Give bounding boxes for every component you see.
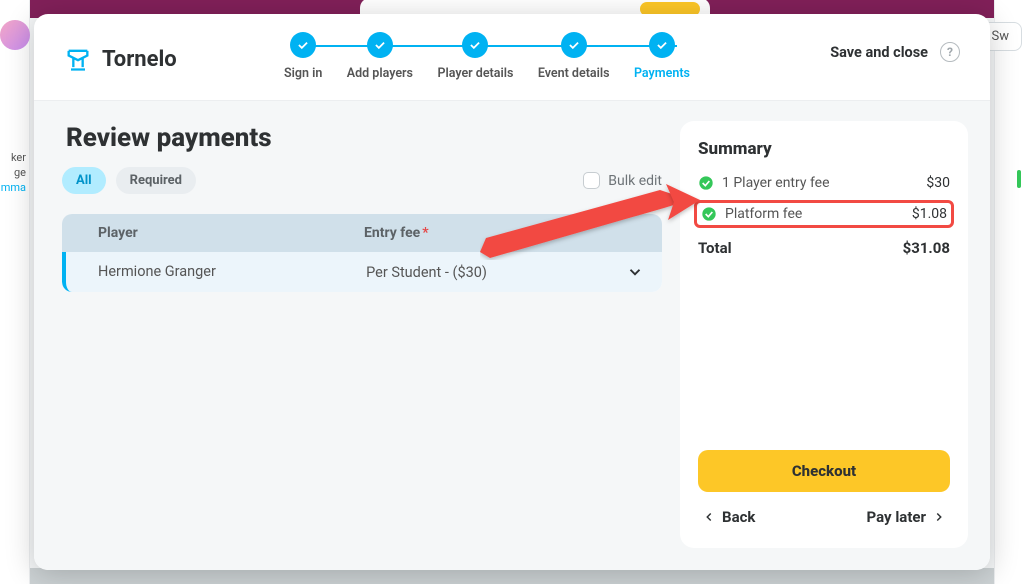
brand: Tornelo (64, 45, 177, 73)
summary-panel: Summary 1 Player entry fee $30 Platform … (680, 121, 968, 548)
chevron-right-icon (932, 510, 946, 524)
check-circle-icon (701, 206, 717, 222)
step-payments[interactable]: Payments (634, 32, 690, 81)
brand-name: Tornelo (102, 47, 177, 72)
filter-required[interactable]: Required (116, 167, 196, 194)
summary-total: Total $31.08 (698, 239, 950, 257)
bg-bottom (30, 568, 994, 584)
back-button[interactable]: Back (698, 502, 759, 532)
chevron-left-icon (702, 510, 716, 524)
summary-line-entry-fee: 1 Player entry fee $30 (698, 173, 950, 193)
step-signin[interactable]: Sign in (284, 32, 322, 81)
bg-link: mma (0, 181, 29, 194)
check-icon (649, 32, 675, 58)
pay-later-button[interactable]: Pay later (863, 502, 950, 532)
table-row[interactable]: Hermione Granger Per Student - ($30) (62, 252, 662, 292)
player-name: Hermione Granger (66, 252, 352, 292)
filter-all[interactable]: All (62, 167, 106, 194)
col-entry-fee: Entry fee* (350, 214, 662, 252)
brand-icon (64, 45, 92, 73)
page-title: Review payments (66, 123, 662, 153)
check-icon (367, 32, 393, 58)
status-stripe (1017, 170, 1021, 188)
step-add-players[interactable]: Add players (347, 32, 413, 81)
check-icon (290, 32, 316, 58)
step-event-details[interactable]: Event details (538, 32, 610, 81)
payments-modal: Tornelo Sign in Add players Player detai… (34, 14, 990, 570)
check-circle-icon (698, 175, 714, 191)
check-icon (462, 32, 488, 58)
players-table: Player Entry fee* Hermione Granger Per S… (62, 214, 662, 292)
avatar (0, 20, 30, 50)
save-and-close-button[interactable]: Save and close (830, 44, 928, 61)
step-player-details[interactable]: Player details (437, 32, 513, 81)
stepper: Sign in Add players Player details Event… (284, 32, 690, 81)
checkbox-icon (583, 172, 600, 189)
help-icon[interactable]: ? (940, 42, 960, 62)
summary-title: Summary (698, 139, 950, 159)
entry-fee-value: Per Student - ($30) (366, 264, 487, 281)
required-asterisk: * (422, 225, 428, 241)
bg-text: ker ge (0, 150, 29, 181)
summary-line-platform-fee: Platform fee $1.08 (694, 200, 954, 228)
col-player: Player (62, 214, 350, 252)
check-icon (561, 32, 587, 58)
chevron-down-icon[interactable] (626, 263, 644, 281)
checkout-button[interactable]: Checkout (698, 450, 950, 492)
bulk-edit-toggle[interactable]: Bulk edit (583, 172, 662, 189)
